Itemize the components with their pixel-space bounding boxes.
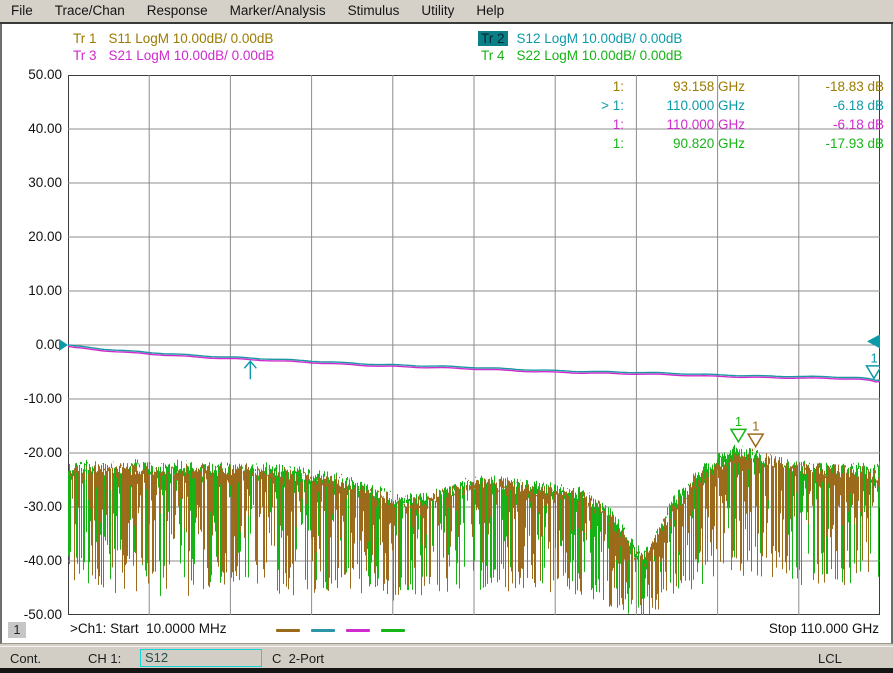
marker-number: 1: [554, 116, 624, 133]
svg-text:1: 1 [871, 350, 878, 365]
y-axis-label: 30.00 [0, 175, 62, 191]
trace-format-label: S21 LogM 10.00dB/ 0.00dB [109, 48, 275, 63]
marker-1-s22-icon: 1 [731, 414, 746, 442]
y-axis-label: -20.00 [0, 445, 62, 461]
svg-text:1: 1 [735, 414, 742, 429]
trace-number-tr-2[interactable]: Tr 2 [478, 31, 508, 46]
y-axis-label: 10.00 [0, 283, 62, 299]
trace-title-tr-4[interactable]: Tr 4 S22 LogM 10.00dB/ 0.00dB [478, 47, 682, 63]
marker-number: > 1: [554, 97, 624, 114]
trace-title-tr-1[interactable]: Tr 1 S11 LogM 10.00dB/ 0.00dB [70, 30, 273, 46]
marker-readout-row: 1:93.158 GHz-18.83 dB [554, 78, 884, 95]
up-arrow-on-s12-icon [244, 361, 256, 379]
menu-item-marker-analysis[interactable]: Marker/Analysis [219, 0, 337, 22]
trace-format-label: S12 LogM 10.00dB/ 0.00dB [517, 31, 683, 46]
marker-frequency: 90.820 GHz [624, 135, 745, 152]
channel-label: CH 1: [88, 650, 121, 667]
marker-frequency: 110.000 GHz [624, 97, 745, 114]
y-axis-label: 50.00 [0, 67, 62, 83]
marker-readout-row: 1:90.820 GHz-17.93 dB [554, 135, 884, 152]
y-axis-label: -50.00 [0, 607, 62, 623]
marker-value: -17.93 dB [745, 135, 884, 152]
menu-item-utility[interactable]: Utility [410, 0, 465, 22]
menu-item-response[interactable]: Response [136, 0, 219, 22]
active-marker-edge-flag-icon [867, 334, 880, 348]
trace-number-tr-3[interactable]: Tr 3 [70, 48, 100, 63]
marker-value: -6.18 dB [745, 116, 884, 133]
y-axis-label: 20.00 [0, 229, 62, 245]
marker-readout-row: > 1:110.000 GHz-6.18 dB [554, 97, 884, 114]
y-axis-label: -40.00 [0, 553, 62, 569]
trace-number-tr-4[interactable]: Tr 4 [478, 48, 508, 63]
lcl-status-label: LCL [818, 650, 842, 667]
marker-number: 1: [554, 135, 624, 152]
start-frequency-label: >Ch1: Start 10.0000 MHz [70, 621, 226, 636]
legend-dash-s22 [381, 629, 405, 632]
status-bar: Cont. CH 1: S12 C 2-Port LCL [0, 646, 893, 669]
measurement-select[interactable]: S12 [140, 649, 262, 667]
trace-title-tr-3[interactable]: Tr 3 S21 LogM 10.00dB/ 0.00dB [70, 47, 274, 63]
marker-value: -6.18 dB [745, 97, 884, 114]
acquisition-mode-label: Cont. [10, 650, 41, 667]
menu-item-file[interactable]: File [0, 0, 44, 22]
sparam-chart: 111 [68, 75, 880, 615]
marker-frequency: 110.000 GHz [624, 116, 745, 133]
marker-readout-row: 1:110.000 GHz-6.18 dB [554, 116, 884, 133]
trace-title-tr-2[interactable]: Tr 2 S12 LogM 10.00dB/ 0.00dB [478, 30, 682, 46]
marker-frequency: 93.158 GHz [624, 78, 745, 95]
stop-frequency-label: Stop 110.000 GHz [769, 621, 879, 636]
pna-application-window: FileTrace/ChanResponseMarker/AnalysisSti… [0, 0, 893, 673]
legend-dash-s12 [311, 629, 335, 632]
legend-dash-s21 [346, 629, 370, 632]
y-axis-label: 0.00 [0, 337, 62, 353]
trace-format-label: S11 LogM 10.00dB/ 0.00dB [109, 31, 274, 46]
cal-status-label: C 2-Port [272, 650, 324, 667]
channel-1-badge[interactable]: 1 [8, 622, 26, 638]
legend-dash-s11 [276, 629, 300, 632]
menu-bar: FileTrace/ChanResponseMarker/AnalysisSti… [0, 0, 893, 22]
y-axis-label: -10.00 [0, 391, 62, 407]
trace-format-label: S22 LogM 10.00dB/ 0.00dB [517, 48, 683, 63]
bottom-strip [0, 668, 893, 673]
y-axis-label: -30.00 [0, 499, 62, 515]
svg-text:1: 1 [752, 419, 759, 434]
marker-number: 1: [554, 78, 624, 95]
marker-value: -18.83 dB [745, 78, 884, 95]
marker-1-s11-icon: 1 [748, 419, 763, 447]
menu-item-trace-chan[interactable]: Trace/Chan [44, 0, 136, 22]
menu-item-help[interactable]: Help [465, 0, 515, 22]
reference-level-indicator-icon [59, 339, 68, 351]
trace-number-tr-1[interactable]: Tr 1 [70, 31, 100, 46]
y-axis-label: 40.00 [0, 121, 62, 137]
menu-item-stimulus[interactable]: Stimulus [337, 0, 411, 22]
